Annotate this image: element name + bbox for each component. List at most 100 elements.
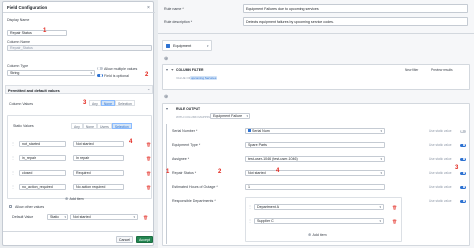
source-object-card[interactable]: Equipment ▾: [162, 40, 212, 51]
column-filter-title: COLUMN FILTER: [176, 68, 204, 72]
drag-handle-icon[interactable]: ⋮: [11, 184, 15, 190]
serial-number-select[interactable]: Serial Num ▾: [245, 128, 385, 134]
annotation-2-right: 2: [218, 169, 222, 175]
permitted-section-header[interactable]: Permitted and default values ⌃: [5, 85, 153, 94]
use-static-label: Use static value: [429, 129, 452, 133]
cancel-button[interactable]: Cancel: [116, 236, 133, 243]
outage-hours-input[interactable]: 1: [245, 184, 385, 190]
drag-handle-icon[interactable]: ⋮: [11, 141, 15, 147]
static-value-row: ⋮ not_started Not started 4 🗑: [11, 139, 151, 148]
add-department-button[interactable]: ⊕ Add item: [308, 232, 327, 237]
filter-badge[interactable]: upcoming Services: [190, 75, 218, 80]
column-icon: [248, 129, 251, 132]
department-value: Department A: [257, 205, 279, 209]
department-select[interactable]: Supplier C ▾: [254, 218, 384, 224]
field-optional-toggle[interactable]: [97, 74, 103, 78]
drag-handle-icon[interactable]: ⋮: [248, 204, 252, 210]
annotation-1-top: 1: [43, 28, 47, 34]
trash-icon[interactable]: 🗑: [146, 171, 151, 176]
static-values-selection[interactable]: Selection: [111, 123, 132, 129]
default-mode-select[interactable]: Static ▾: [47, 214, 68, 220]
dialog-header: Field Configuration ×: [3, 2, 155, 13]
static-values-users[interactable]: Users: [96, 123, 112, 129]
static-value-row: ⋮ in_repair In repair 🗑: [11, 155, 151, 162]
field-label-assignee: Assignee *: [172, 157, 190, 161]
column-filter-card: ▾ ⏷ COLUMN FILTER VALUE OF upcoming Serv…: [162, 64, 470, 90]
chevron-down-icon: ▾: [379, 219, 381, 223]
serial-number-value: Serial Num: [252, 129, 270, 133]
static-values-none[interactable]: None: [82, 123, 97, 129]
use-static-toggle[interactable]: [460, 199, 466, 203]
rule-output-card: ▾ RULE OUTPUT WITH COLUMN MAPPING Equipm…: [162, 103, 470, 246]
assignee-select[interactable]: test-user-1046 (test-user-1046) ▾: [245, 156, 385, 162]
close-icon[interactable]: ×: [147, 5, 150, 11]
repair-status-value: Not started: [248, 171, 266, 175]
field-optional-label: Field is optional: [104, 73, 129, 78]
output-mapping-label: WITH COLUMN MAPPING: [176, 115, 213, 119]
repair-status-select[interactable]: Not started ▾: [245, 170, 385, 176]
output-target-select[interactable]: Equipment Failure ▾: [210, 113, 250, 119]
use-static-toggle[interactable]: [460, 171, 466, 175]
row-value-input[interactable]: In repair: [73, 155, 124, 161]
chevron-down-icon: ▾: [379, 205, 381, 209]
trash-icon[interactable]: 🗑: [146, 156, 151, 161]
column-values-none[interactable]: None: [100, 100, 115, 106]
use-static-label: Use static value: [429, 199, 452, 203]
allow-multiple-toggle[interactable]: [97, 67, 103, 71]
equipment-type-input[interactable]: Spare Parts: [245, 142, 385, 148]
annotation-2-top: 2: [145, 72, 149, 78]
accept-button[interactable]: Accept: [136, 236, 153, 243]
default-value-select[interactable]: Not started ▾: [70, 214, 138, 220]
row-key-input[interactable]: closed: [19, 170, 66, 176]
department-value: Supplier C: [257, 219, 274, 223]
add-step-icon[interactable]: ⊕: [164, 94, 168, 100]
filter-row-label: VALUE OF: [176, 76, 191, 80]
static-values-label: Static Values: [13, 124, 34, 128]
tree-line: [166, 124, 167, 244]
rule-name-input[interactable]: Equipment Failures due to upcoming servi…: [243, 4, 468, 13]
trash-icon[interactable]: 🗑: [392, 219, 397, 224]
chevron-down-icon: ▾: [380, 129, 382, 133]
drag-handle-icon[interactable]: ⋮: [248, 218, 252, 224]
trash-icon[interactable]: 🗑: [392, 205, 397, 210]
drag-handle-icon[interactable]: ⋮: [11, 170, 15, 176]
row-value-input[interactable]: Not started: [73, 141, 124, 147]
row-key-input[interactable]: no_action_required: [19, 184, 66, 190]
row-value-input[interactable]: Required: [73, 170, 124, 176]
add-step-icon[interactable]: ⊕: [164, 56, 168, 62]
use-static-toggle[interactable]: [460, 185, 466, 189]
annotation-3-right: 3: [455, 165, 459, 171]
field-configuration-dialog: Field Configuration × Display Name Repai…: [2, 1, 155, 246]
row-key-input[interactable]: not_started: [19, 141, 66, 147]
trash-icon[interactable]: 🗑: [146, 185, 151, 190]
add-item-button[interactable]: ⊕ Add item: [65, 196, 84, 201]
filter-icon: ⏷: [171, 67, 174, 72]
collapse-icon[interactable]: ▾: [166, 106, 168, 111]
add-department-label: Add item: [312, 233, 327, 237]
allow-multiple-label: Allow multiple values: [104, 66, 138, 71]
column-type-select[interactable]: String ▾: [7, 70, 95, 76]
column-values-label: Column Values: [9, 102, 34, 106]
collapse-icon[interactable]: ▾: [166, 67, 168, 72]
row-value-input[interactable]: No action required: [73, 184, 124, 190]
trash-icon[interactable]: 🗑: [146, 142, 151, 147]
department-select[interactable]: Department A ▾: [254, 204, 384, 210]
column-name-input: Repair_Status: [7, 45, 152, 51]
column-values-any[interactable]: Any: [89, 100, 101, 106]
static-values-any[interactable]: Any: [71, 123, 83, 129]
use-static-toggle[interactable]: [460, 157, 466, 161]
column-values-selection[interactable]: Selection: [114, 100, 135, 106]
new-filter-button[interactable]: New filter: [405, 68, 418, 72]
departments-list: ⋮ Department A ▾ 🗑 ⋮ Supplier C ▾ 🗑 ⊕ Ad…: [245, 197, 402, 242]
chevron-down-icon: ▾: [90, 71, 92, 75]
allow-other-checkbox[interactable]: [9, 205, 13, 209]
use-static-toggle[interactable]: [460, 129, 466, 133]
preview-results-button[interactable]: Preview results: [431, 68, 453, 72]
rule-description-input[interactable]: Detects equipment failures by upcoming s…: [243, 17, 468, 26]
row-key-input[interactable]: in_repair: [19, 155, 66, 161]
drag-handle-icon[interactable]: ⋮: [11, 155, 15, 161]
display-name-input[interactable]: Repair Status: [7, 30, 67, 36]
trash-icon[interactable]: 🗑: [143, 215, 148, 220]
annotation-4-left: 4: [129, 139, 133, 145]
use-static-toggle[interactable]: [460, 143, 466, 147]
